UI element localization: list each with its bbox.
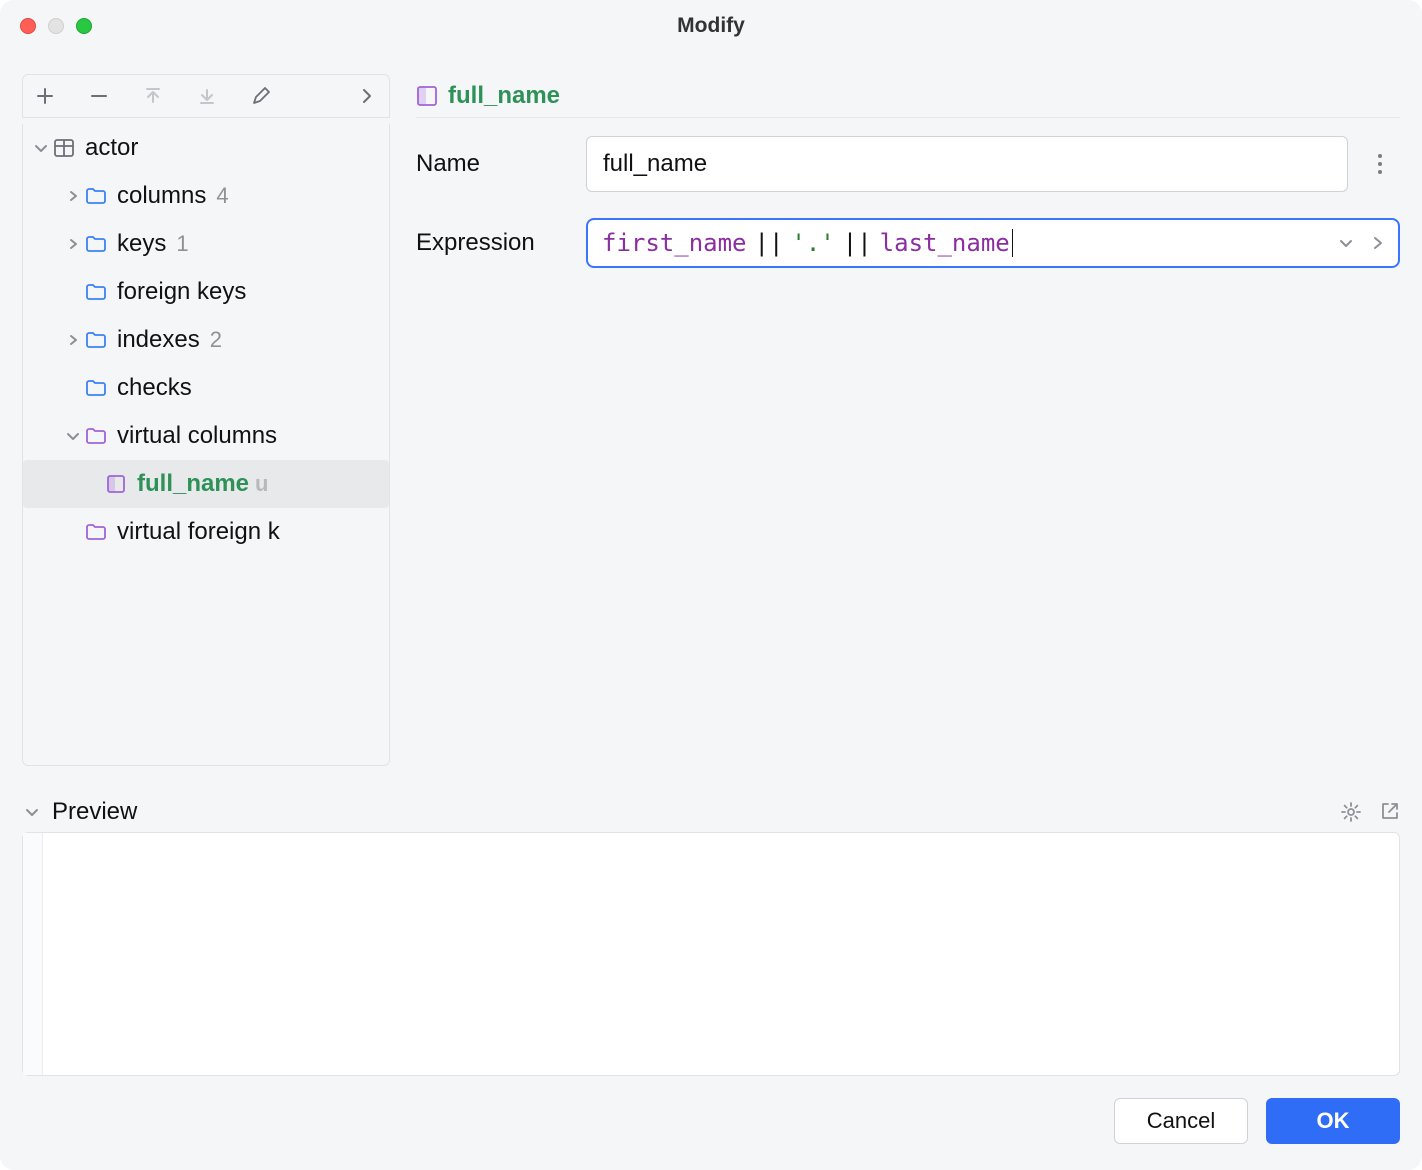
tree-node-foreign-keys[interactable]: foreign keys [23, 268, 389, 316]
remove-button[interactable] [85, 82, 113, 110]
name-row: Name [416, 136, 1400, 192]
titlebar: Modify [0, 0, 1422, 52]
tree-node-keys[interactable]: keys 1 [23, 220, 389, 268]
form-header: full_name [416, 74, 1400, 118]
cancel-button[interactable]: Cancel [1114, 1098, 1248, 1144]
minimize-window-button[interactable] [48, 18, 64, 34]
schema-tree[interactable]: actor columns 4 [22, 124, 390, 766]
folder-icon [83, 378, 109, 398]
tree-root-actor[interactable]: actor [23, 124, 389, 172]
tree-label: virtual columns [117, 422, 277, 450]
folder-icon [83, 426, 109, 446]
add-button[interactable] [31, 82, 59, 110]
tree-count: 2 [210, 327, 222, 353]
tree-leaf-full-name[interactable]: full_name u [23, 460, 389, 508]
chevron-right-icon [63, 237, 83, 251]
table-icon [51, 137, 77, 159]
folder-icon [83, 282, 109, 302]
close-window-button[interactable] [20, 18, 36, 34]
tree-label: full_name [137, 470, 249, 498]
window-title: Modify [0, 14, 1422, 38]
more-options-button[interactable] [1360, 154, 1400, 174]
expr-operator: || [755, 229, 784, 257]
tree-label: virtual foreign k [117, 518, 280, 546]
editor-gutter [23, 833, 43, 1075]
name-input[interactable] [586, 136, 1348, 192]
dialog-footer: Cancel OK [22, 1076, 1400, 1148]
edit-button[interactable] [247, 82, 275, 110]
move-down-button[interactable] [193, 82, 221, 110]
preview-editor[interactable] [22, 832, 1400, 1076]
name-label: Name [416, 150, 574, 178]
tree-suffix: u [255, 471, 268, 497]
folder-icon [83, 330, 109, 350]
gear-icon[interactable] [1340, 801, 1362, 823]
tree-node-virtual-foreign-keys[interactable]: virtual foreign k [23, 508, 389, 556]
tree-label: checks [117, 374, 192, 402]
preview-header[interactable]: Preview [22, 792, 1400, 832]
move-up-button[interactable] [139, 82, 167, 110]
expression-label: Expression [416, 229, 574, 257]
preview-label: Preview [52, 798, 137, 826]
tree-toolbar [22, 74, 390, 118]
tree-label: actor [85, 134, 138, 162]
expression-row: Expression first_name || '.' || last_nam… [416, 218, 1400, 268]
tree-node-virtual-columns[interactable]: virtual columns [23, 412, 389, 460]
ok-button[interactable]: OK [1266, 1098, 1400, 1144]
history-dropdown-icon[interactable] [1338, 235, 1354, 251]
chevron-down-icon [63, 428, 83, 444]
expr-identifier: last_name [880, 229, 1010, 257]
expand-button[interactable] [353, 82, 381, 110]
chevron-right-icon [63, 189, 83, 203]
modify-dialog: Modify [0, 0, 1422, 1170]
tree-node-checks[interactable]: checks [23, 364, 389, 412]
expr-identifier: first_name [602, 229, 747, 257]
preview-section: Preview [22, 792, 1400, 1076]
tree-label: indexes [117, 326, 200, 354]
open-external-icon[interactable] [1380, 801, 1400, 823]
tree-label: columns [117, 182, 206, 210]
tree-panel: actor columns 4 [22, 74, 390, 766]
chevron-right-icon [63, 333, 83, 347]
tree-count: 1 [176, 231, 188, 257]
form-panel: full_name Name Expression first_name || … [390, 74, 1400, 766]
folder-icon [83, 234, 109, 254]
tree-node-columns[interactable]: columns 4 [23, 172, 389, 220]
chevron-down-icon [31, 140, 51, 156]
tree-label: keys [117, 230, 166, 258]
expand-expression-icon[interactable] [1372, 235, 1384, 251]
tree-node-indexes[interactable]: indexes 2 [23, 316, 389, 364]
folder-icon [83, 522, 109, 542]
expression-input[interactable]: first_name || '.' || last_name [586, 218, 1400, 268]
tree-label: foreign keys [117, 278, 246, 306]
chevron-down-icon [22, 804, 42, 820]
expr-string: '.' [791, 229, 834, 257]
column-icon [103, 474, 129, 494]
window-controls [20, 18, 92, 34]
tree-count: 4 [216, 183, 228, 209]
expr-operator: || [843, 229, 872, 257]
column-icon [416, 85, 438, 107]
text-caret [1012, 229, 1013, 257]
folder-icon [83, 186, 109, 206]
zoom-window-button[interactable] [76, 18, 92, 34]
header-column-name: full_name [448, 82, 560, 110]
